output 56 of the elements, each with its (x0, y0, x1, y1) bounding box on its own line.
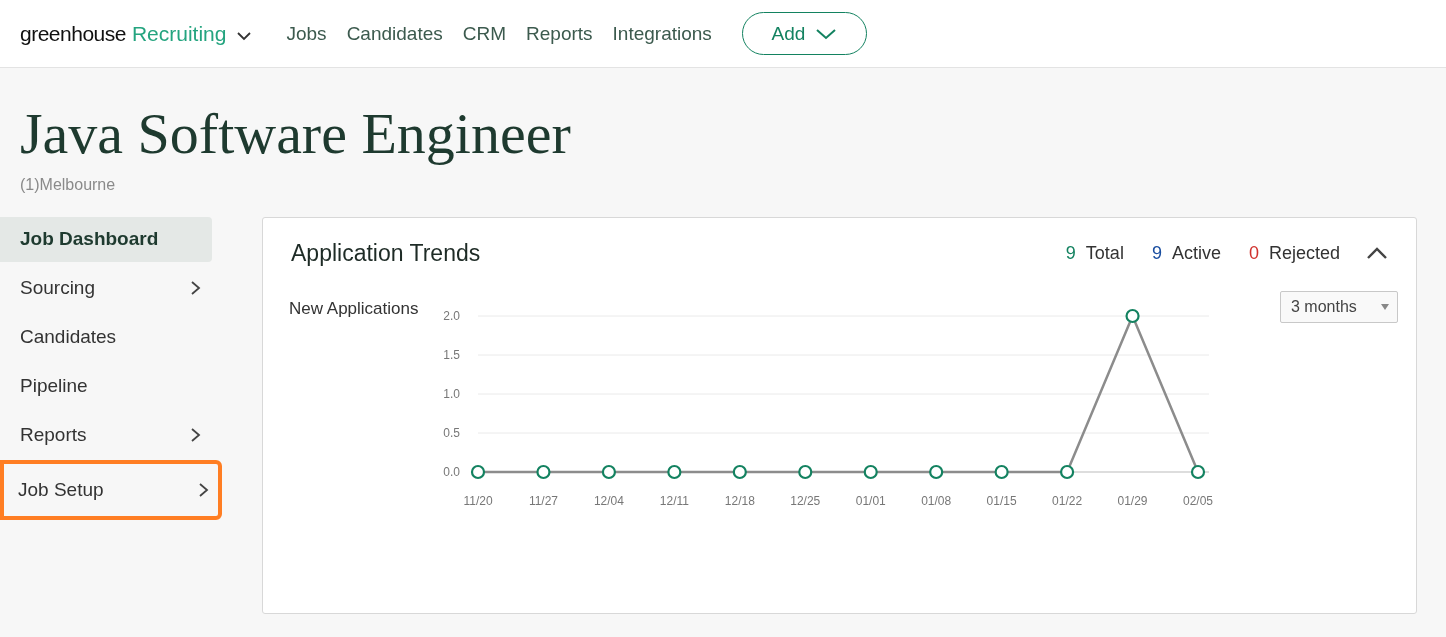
card-title: Application Trends (291, 239, 482, 267)
stat-summary: 0 Rejected (1248, 242, 1340, 264)
sidebar-item[interactable]: Job Setup (2, 461, 220, 518)
x-tick-label: 01/01 (855, 493, 886, 508)
data-point (929, 464, 944, 479)
chevron-right-icon (189, 280, 202, 297)
x-tick-label: 01/22 (1052, 493, 1083, 508)
x-tick-label: 11/27 (528, 493, 558, 508)
sidebar-item[interactable]: Pipeline (0, 363, 212, 409)
nav-link[interactable]: CRM (462, 22, 507, 45)
x-tick-label: 01/29 (1117, 493, 1148, 508)
y-tick-label: 2.0 (443, 308, 460, 323)
brand-logo[interactable]: greenhouse (20, 21, 126, 46)
job-title: Java Software Engineer (19, 100, 572, 166)
chevron-right-icon (189, 427, 202, 444)
y-tick-label: 1.5 (443, 347, 460, 362)
nav-link[interactable]: Reports (526, 22, 593, 45)
sidebar-item[interactable]: Sourcing (0, 265, 212, 311)
data-point (1190, 464, 1206, 479)
x-tick-label: 12/18 (724, 493, 755, 508)
chevron-up-icon[interactable] (1366, 246, 1388, 261)
data-point (732, 464, 747, 479)
chevron-right-icon (197, 481, 210, 498)
sidebar-item[interactable]: Reports (0, 412, 212, 458)
data-point (536, 464, 551, 479)
y-tick-label: 0.5 (443, 425, 460, 440)
y-tick-label: 1.0 (443, 386, 460, 401)
sidebar-item[interactable]: Job Dashboard (0, 216, 212, 262)
range-select[interactable]: 3 months (1280, 290, 1398, 323)
x-tick-label: 12/25 (790, 493, 821, 508)
add-button[interactable]: Add (741, 12, 867, 55)
x-tick-label: 01/08 (921, 493, 952, 508)
stat-summary: 9 Total (1065, 242, 1124, 264)
data-point (863, 464, 878, 479)
caret-down-icon (1381, 303, 1389, 310)
chevron-down-icon (815, 27, 838, 40)
stat-summary: 9 Active (1151, 242, 1221, 264)
x-tick-label: 12/11 (659, 493, 689, 508)
y-tick-label: 0.0 (443, 464, 460, 479)
nav-link[interactable]: Integrations (612, 22, 712, 45)
nav-link[interactable]: Jobs (286, 22, 327, 45)
x-tick-label: 12/04 (593, 493, 624, 508)
data-point (470, 464, 486, 479)
data-point (798, 464, 813, 479)
data-point (1060, 464, 1075, 479)
x-tick-label: 01/15 (986, 493, 1017, 508)
x-tick-label: 02/05 (1183, 493, 1213, 508)
sidebar-item[interactable]: Candidates (0, 314, 212, 360)
data-point (994, 464, 1009, 479)
data-point (1125, 308, 1140, 323)
x-tick-label: 11/20 (463, 493, 493, 508)
nav-link[interactable]: Candidates (346, 22, 443, 45)
data-point (601, 464, 616, 479)
chevron-down-icon[interactable] (236, 30, 253, 41)
data-point (667, 464, 682, 479)
job-location: (1)Melbourne (19, 174, 117, 194)
